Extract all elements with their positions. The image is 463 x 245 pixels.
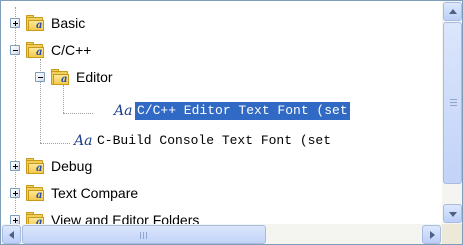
tree-item-label: C/C++ Editor Text Font (set [135, 102, 350, 120]
colors-and-fonts-tree[interactable]: a Basic a C/C++ a Editor Aa C/C++ Editor… [1, 1, 442, 224]
font-category-folder-icon: a [25, 15, 45, 31]
arrow-right-icon [430, 231, 435, 239]
tree-item-label: C-Build Console Text Font (set [97, 133, 332, 148]
font-category-folder-icon: a [25, 212, 45, 224]
grip-icon [146, 232, 147, 239]
tree-node-label: Editor [76, 69, 113, 85]
expand-icon[interactable] [10, 161, 20, 171]
arrow-up-icon [449, 9, 457, 14]
font-preferences-tree-panel: a Basic a C/C++ a Editor Aa C/C++ Editor… [0, 0, 463, 245]
scroll-down-button[interactable] [443, 204, 462, 223]
arrow-down-icon [449, 212, 457, 217]
tree-node-label: Text Compare [51, 185, 139, 201]
expand-icon[interactable] [10, 188, 20, 198]
tree-node-label: Basic [51, 15, 86, 31]
scroll-up-button[interactable] [443, 2, 462, 21]
grip-icon [140, 232, 141, 239]
grip-icon [143, 232, 144, 239]
font-category-folder-icon: a [25, 42, 45, 58]
font-item-icon: Aa [74, 133, 93, 149]
vertical-scroll-thumb[interactable] [443, 22, 462, 184]
font-item-icon: Aa [114, 103, 133, 119]
scrollbar-corner [442, 224, 462, 244]
vertical-scrollbar[interactable] [442, 1, 462, 224]
tree-connector [40, 143, 70, 144]
arrow-left-icon [9, 231, 14, 239]
font-category-folder-icon: a [25, 158, 45, 174]
tree-node-label: View and Editor Folders [51, 212, 200, 224]
grip-icon [450, 102, 457, 103]
scroll-right-button[interactable] [422, 225, 441, 244]
horizontal-scrollbar[interactable] [1, 224, 442, 244]
collapse-icon[interactable] [35, 72, 45, 82]
tree-connector [63, 85, 64, 113]
grip-icon [450, 105, 457, 106]
expand-icon[interactable] [10, 215, 20, 224]
expand-icon[interactable] [10, 18, 20, 28]
tree-connector [63, 113, 93, 114]
tree-node-label: C/C++ [51, 42, 92, 58]
scroll-left-button[interactable] [2, 225, 21, 244]
tree-node-label: Debug [51, 158, 93, 174]
horizontal-scroll-thumb[interactable] [22, 225, 266, 244]
grip-icon [450, 99, 457, 100]
collapse-icon[interactable] [10, 45, 20, 55]
tree-connector [15, 7, 16, 213]
font-category-folder-icon: a [25, 185, 45, 201]
font-category-folder-icon: a [50, 69, 70, 85]
